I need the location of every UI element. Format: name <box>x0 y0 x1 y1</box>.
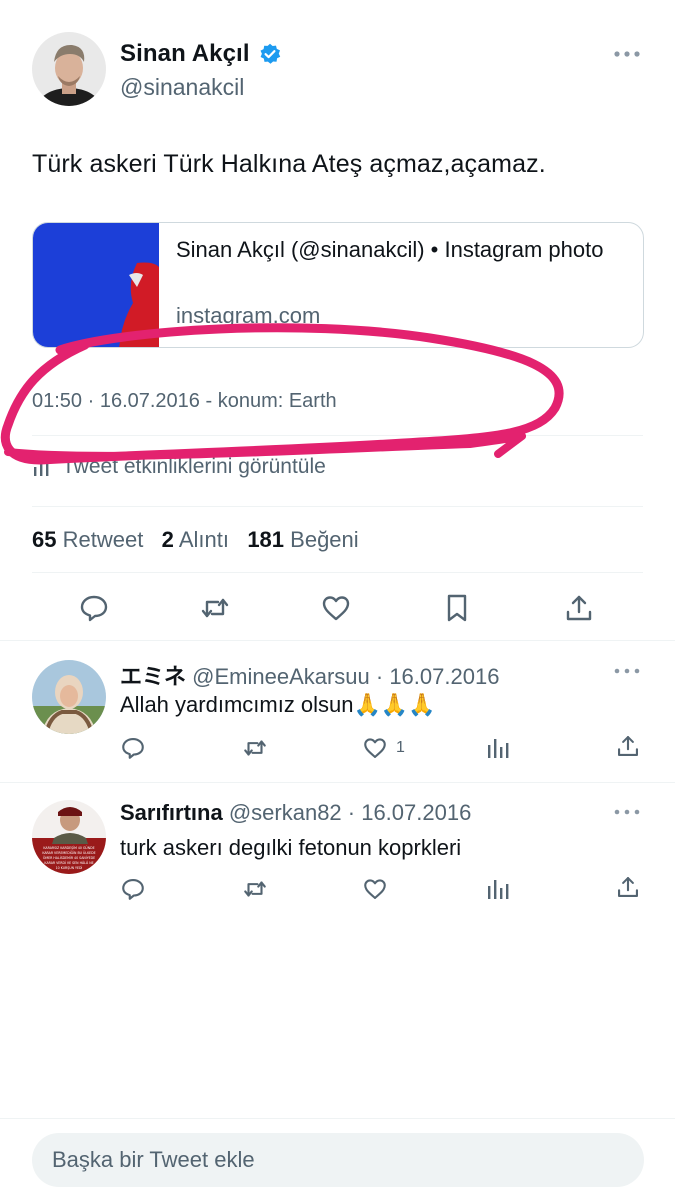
like-label: Beğeni <box>290 527 359 552</box>
reply-header: Sarıfırtına @serkan82 · 16.07.2016 <box>120 800 471 826</box>
retweet-count: 65 <box>32 527 57 552</box>
quote-label: Alıntı <box>178 527 229 552</box>
share-icon[interactable] <box>615 874 641 900</box>
reply-header: エミネ @EmineeAkarsuu · 16.07.2016 <box>120 659 499 691</box>
divider <box>0 640 675 641</box>
divider <box>0 782 675 783</box>
author-name[interactable]: Sinan Akçıl <box>120 40 250 68</box>
engagement-stats: 65 Retweet 2 Alıntı 181 Beğeni <box>32 527 359 553</box>
svg-text:KARAR VERDİ VE SEN HÂLÂ NE: KARAR VERDİ VE SEN HÂLÂ NE <box>44 860 93 865</box>
more-icon[interactable] <box>612 44 642 64</box>
reply-avatar[interactable]: KARARSIZ KARDEŞİM 40 GÜNDE KARAR VEREMED… <box>32 800 106 874</box>
bookmark-icon[interactable] <box>441 592 473 624</box>
composer-placeholder: Başka bir Tweet ekle <box>52 1147 255 1172</box>
reply-text: turk askerı degılki fetonun koprkleri <box>120 835 462 860</box>
retweet-count-link[interactable]: 65 Retweet <box>32 527 143 552</box>
reply-text: Allah yardımcımız olsun🙏🙏🙏 <box>120 692 436 717</box>
like-icon[interactable] <box>362 735 388 761</box>
retweet-icon[interactable] <box>199 592 231 624</box>
reply-handle-date[interactable]: @EmineeAkarsuu · 16.07.2016 <box>192 664 499 689</box>
like-count: 181 <box>247 527 285 552</box>
quote-count: 2 <box>161 527 174 552</box>
reply-composer-input[interactable]: Başka bir Tweet ekle <box>32 1133 644 1187</box>
share-icon[interactable] <box>615 733 641 759</box>
highlight-annotation-circle <box>0 323 564 465</box>
retweet-icon[interactable] <box>242 876 268 902</box>
like-icon[interactable] <box>362 876 388 902</box>
more-icon[interactable] <box>613 803 641 821</box>
like-count-link[interactable]: 181 Beğeni <box>247 527 358 552</box>
bar-chart-icon[interactable] <box>485 876 511 902</box>
reply-avatar[interactable] <box>32 660 106 734</box>
svg-text:KARARSIZ KARDEŞİM 40 GÜNDE: KARARSIZ KARDEŞİM 40 GÜNDE <box>43 845 94 850</box>
reply-handle-date[interactable]: @serkan82 · 16.07.2016 <box>229 800 472 825</box>
bar-chart-icon[interactable] <box>485 735 511 761</box>
retweet-icon[interactable] <box>242 735 268 761</box>
more-icon[interactable] <box>613 662 641 680</box>
share-icon[interactable] <box>563 592 595 624</box>
svg-text:ÖMER HALİSDEMİR 40 SANİYEDE: ÖMER HALİSDEMİR 40 SANİYEDE <box>43 855 95 860</box>
divider <box>0 1118 675 1119</box>
like-count: 1 <box>396 739 405 756</box>
svg-text:KARAR VEREMEDİĞİN BU ÜLKEDE: KARAR VEREMEDİĞİN BU ÜLKEDE <box>42 850 95 855</box>
svg-text:10 KURŞUN YEDİ: 10 KURŞUN YEDİ <box>56 865 83 870</box>
reply-icon[interactable] <box>120 876 146 902</box>
like-icon[interactable] <box>320 592 352 624</box>
verified-badge-icon <box>259 43 281 65</box>
link-card-title: Sinan Akçıl (@sinanakcil) • Instagram ph… <box>176 237 604 262</box>
quote-count-link[interactable]: 2 Alıntı <box>162 527 229 552</box>
author-handle[interactable]: @sinanakcil <box>120 74 244 101</box>
divider <box>32 506 643 507</box>
reply-author-name[interactable]: エミネ <box>120 664 186 689</box>
reply-author-name[interactable]: Sarıfırtına <box>120 800 223 825</box>
tweet-text: Türk askeri Türk Halkına Ateş açmaz,açam… <box>32 150 546 178</box>
author-avatar[interactable] <box>32 32 106 106</box>
reply-icon[interactable] <box>120 735 146 761</box>
retweet-label: Retweet <box>62 527 144 552</box>
divider <box>32 572 643 573</box>
reply-icon[interactable] <box>78 592 110 624</box>
